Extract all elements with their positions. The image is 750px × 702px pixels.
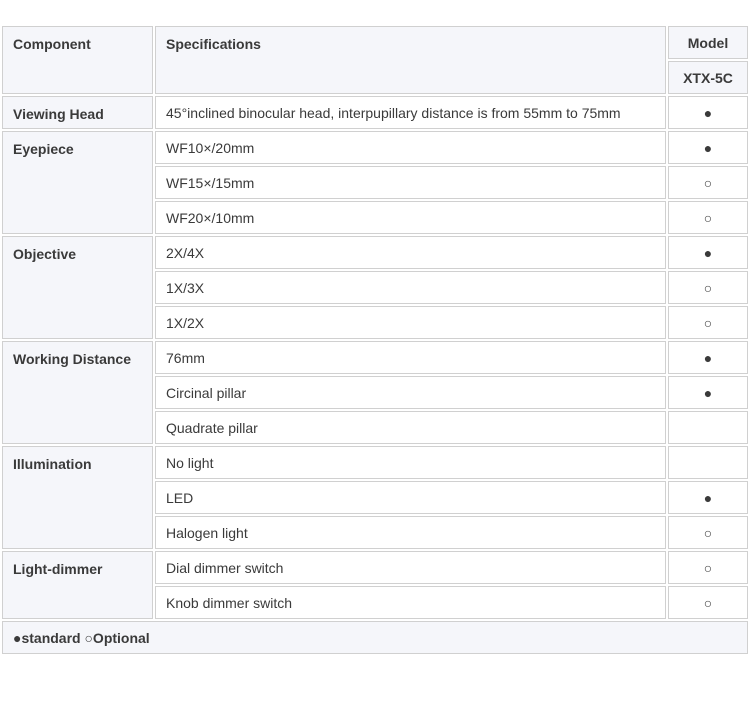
table-row: Objective 2X/4X ● [2, 236, 748, 339]
specification-cell: WF15×/15mm [155, 166, 666, 199]
availability-mark: ● [668, 481, 748, 514]
component-cell: Eyepiece [2, 131, 153, 234]
specification-cell: Quadrate pillar [155, 411, 666, 444]
specification-cell: Knob dimmer switch [155, 586, 666, 619]
table-row: Illumination No light [2, 446, 748, 549]
availability-mark: ○ [668, 551, 748, 584]
specification-cell: 76mm [155, 341, 666, 374]
component-cell: Objective [2, 236, 153, 339]
specification-cell: LED [155, 481, 666, 514]
component-header: Component [2, 26, 153, 94]
availability-mark: ○ [668, 166, 748, 199]
availability-mark [668, 411, 748, 444]
header-row: Component Specifications Model [2, 26, 748, 94]
specification-cell: 1X/3X [155, 271, 666, 304]
availability-mark: ● [668, 376, 748, 409]
table-row: Viewing Head 45°inclined binocular head, … [2, 96, 748, 129]
model-name: XTX-5C [668, 61, 748, 94]
specification-cell: Halogen light [155, 516, 666, 549]
legend: ●standard ○Optional [2, 621, 748, 654]
availability-mark: ● [668, 131, 748, 164]
specification-cell: WF20×/10mm [155, 201, 666, 234]
legend-row: ●standard ○Optional [2, 621, 748, 654]
availability-mark: ● [668, 341, 748, 374]
availability-mark: ● [668, 96, 748, 129]
availability-mark: ○ [668, 516, 748, 549]
specification-cell: 45°inclined binocular head, interpupilla… [155, 96, 666, 129]
specification-cell: WF10×/20mm [155, 131, 666, 164]
table-row: Working Distance 76mm ● [2, 341, 748, 444]
specifications-header: Specifications [155, 26, 666, 94]
specification-cell: Circinal pillar [155, 376, 666, 409]
specification-cell: Dial dimmer switch [155, 551, 666, 584]
availability-mark: ○ [668, 271, 748, 304]
model-header: Model [668, 26, 748, 59]
spec-table: Component Specifications Model XTX-5C Vi… [0, 24, 750, 656]
specification-cell: No light [155, 446, 666, 479]
component-cell: Working Distance [2, 341, 153, 444]
specification-cell: 1X/2X [155, 306, 666, 339]
availability-mark: ● [668, 236, 748, 269]
table-row: Eyepiece WF10×/20mm ● [2, 131, 748, 234]
availability-mark: ○ [668, 201, 748, 234]
availability-mark: ○ [668, 586, 748, 619]
availability-mark: ○ [668, 306, 748, 339]
specification-cell: 2X/4X [155, 236, 666, 269]
availability-mark [668, 446, 748, 479]
component-cell: Light-dimmer [2, 551, 153, 619]
table-row: Light-dimmer Dial dimmer switch ○ [2, 551, 748, 619]
component-cell: Viewing Head [2, 96, 153, 129]
component-cell: Illumination [2, 446, 153, 549]
